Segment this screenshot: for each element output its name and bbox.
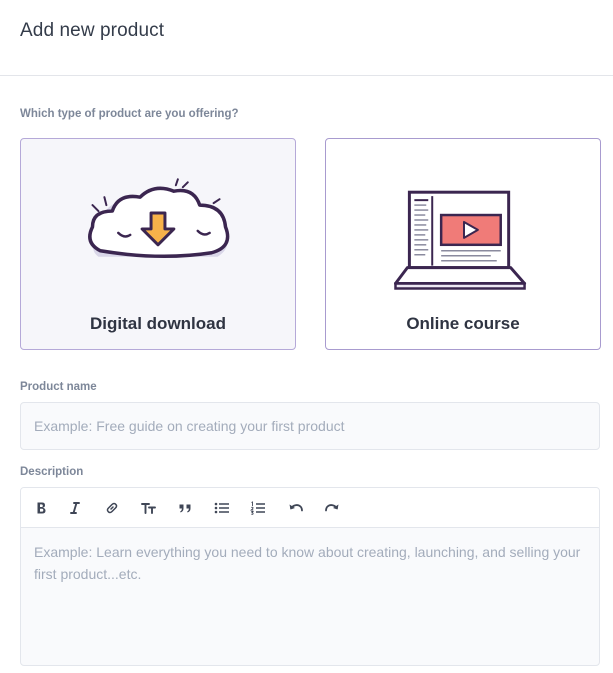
product-type-question: Which type of product are you offering? <box>20 108 239 120</box>
product-type-online-course[interactable]: Online course <box>325 138 601 350</box>
description-textarea[interactable] <box>21 529 599 665</box>
editor-toolbar <box>21 488 599 528</box>
text-size-icon[interactable] <box>138 498 160 518</box>
redo-icon[interactable] <box>321 498 343 518</box>
product-type-digital-download[interactable]: Digital download <box>20 138 296 350</box>
product-name-input[interactable] <box>20 402 600 450</box>
bulleted-list-icon[interactable] <box>211 498 233 518</box>
product-name-label: Product name <box>20 381 97 393</box>
laptop-video-icon <box>394 190 527 290</box>
link-icon[interactable] <box>101 498 123 518</box>
page-title: Add new product <box>20 20 165 41</box>
undo-icon[interactable] <box>285 498 307 518</box>
page-header: Add new product <box>0 0 613 76</box>
description-label: Description <box>20 466 84 478</box>
cloud-download-icon <box>88 178 230 259</box>
online-course-label: Online course <box>406 314 520 333</box>
description-editor <box>20 487 600 666</box>
italic-icon[interactable] <box>64 498 86 518</box>
digital-download-label: Digital download <box>90 314 226 333</box>
bold-icon[interactable] <box>30 498 52 518</box>
quote-icon[interactable] <box>174 498 196 518</box>
numbered-list-icon[interactable] <box>247 498 269 518</box>
